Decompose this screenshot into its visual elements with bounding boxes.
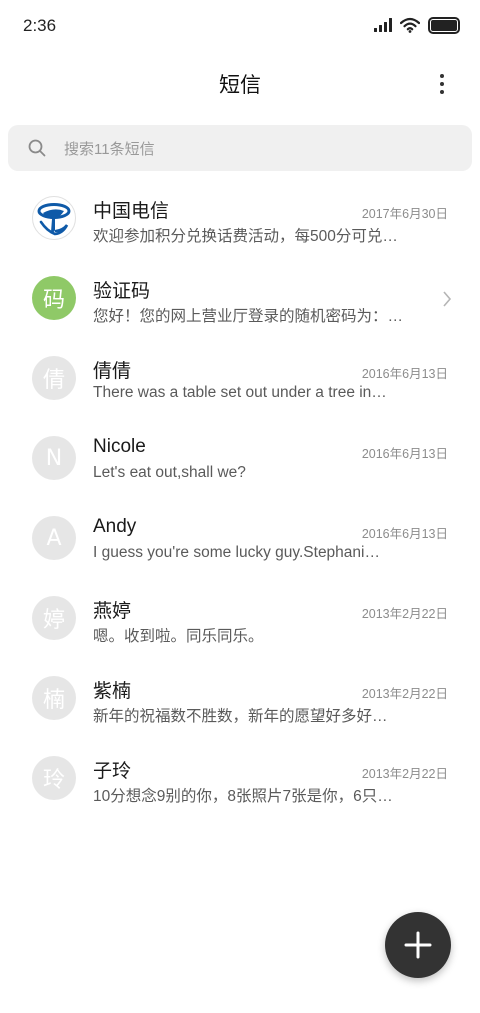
contact-avatar: 码 bbox=[32, 276, 76, 320]
chevron-right-icon bbox=[443, 291, 452, 307]
conversation-item[interactable]: 中国电信 2017年6月30日 欢迎参加积分兑换话费活动，每500分可兑… bbox=[0, 180, 480, 260]
conversation-name: 倩倩 bbox=[93, 361, 132, 382]
conversation-name: 中国电信 bbox=[93, 201, 170, 222]
battery-icon bbox=[428, 16, 460, 34]
contact-avatar: 倩 bbox=[32, 356, 76, 400]
conversation-preview: 新年的祝福数不胜数，新年的愿望好多好… bbox=[93, 708, 388, 725]
conversation-name: Nicole bbox=[93, 436, 146, 457]
contact-avatar: 楠 bbox=[32, 676, 76, 720]
conversation-preview: There was a table set out under a tree i… bbox=[93, 384, 387, 401]
conversation-name: 燕婷 bbox=[93, 601, 132, 622]
conversation-list: 中国电信 2017年6月30日 欢迎参加积分兑换话费活动，每500分可兑… 码 … bbox=[0, 180, 480, 820]
conversation-preview: 欢迎参加积分兑换话费活动，每500分可兑… bbox=[93, 228, 398, 245]
wifi-icon bbox=[400, 17, 420, 33]
more-options-button[interactable] bbox=[428, 70, 456, 98]
conversation-date: 2013年2月22日 bbox=[361, 607, 448, 621]
conversation-preview: Let's eat out,shall we? bbox=[93, 464, 246, 481]
conversation-item[interactable]: 楠 紫楠 2013年2月22日 新年的祝福数不胜数，新年的愿望好多好… bbox=[0, 660, 480, 740]
conversation-name: 验证码 bbox=[93, 281, 151, 302]
plus-icon bbox=[404, 931, 432, 959]
conversation-name: Andy bbox=[93, 516, 137, 537]
conversation-date: 2017年6月30日 bbox=[361, 207, 448, 221]
more-vertical-icon bbox=[440, 74, 444, 78]
status-time: 2:36 bbox=[23, 16, 57, 35]
conversation-item[interactable]: 婷 燕婷 2013年2月22日 嗯。收到啦。同乐同乐。 bbox=[0, 580, 480, 660]
contact-avatar: N bbox=[32, 436, 76, 480]
page-title: 短信 bbox=[219, 74, 261, 97]
status-icons bbox=[374, 14, 460, 36]
conversation-preview: I guess you're some lucky guy.Stephani… bbox=[93, 544, 380, 561]
contact-avatar: 婷 bbox=[32, 596, 76, 640]
conversation-item[interactable]: 玲 子玲 2013年2月22日 10分想念9别的你，8张照片7张是你，6只… bbox=[0, 740, 480, 820]
china-telecom-logo-icon bbox=[37, 203, 71, 236]
search-input[interactable] bbox=[62, 125, 446, 173]
new-message-button[interactable] bbox=[385, 912, 451, 978]
status-bar: 2:36 bbox=[0, 0, 480, 52]
search-bar[interactable] bbox=[8, 125, 472, 173]
conversation-date: 2016年6月13日 bbox=[361, 447, 448, 461]
conversation-date: 2016年6月13日 bbox=[361, 527, 448, 541]
conversation-item[interactable]: N Nicole 2016年6月13日 Let's eat out,shall … bbox=[0, 420, 480, 500]
conversation-preview: 10分想念9别的你，8张照片7张是你，6只… bbox=[93, 788, 393, 805]
conversation-date: 2016年6月13日 bbox=[361, 367, 448, 381]
conversation-preview: 嗯。收到啦。同乐同乐。 bbox=[93, 628, 264, 645]
china-telecom-logo-avatar bbox=[32, 196, 76, 240]
conversation-name: 子玲 bbox=[93, 761, 132, 782]
conversation-date: 2013年2月22日 bbox=[361, 687, 448, 701]
search-icon bbox=[28, 139, 46, 157]
conversation-preview: 您好！您的网上营业厅登录的随机密码为：… bbox=[93, 308, 404, 325]
conversation-item[interactable]: A Andy 2016年6月13日 I guess you're some lu… bbox=[0, 500, 480, 580]
title-bar: 短信 bbox=[0, 52, 480, 116]
conversation-name: 紫楠 bbox=[93, 681, 132, 702]
contact-avatar: A bbox=[32, 516, 76, 560]
contact-avatar: 玲 bbox=[32, 756, 76, 800]
signal-icon bbox=[374, 18, 392, 32]
conversation-item[interactable]: 倩 倩倩 2016年6月13日 There was a table set ou… bbox=[0, 340, 480, 420]
conversation-item[interactable]: 码 验证码 您好！您的网上营业厅登录的随机密码为：… bbox=[0, 260, 480, 340]
conversation-date: 2013年2月22日 bbox=[361, 767, 448, 781]
